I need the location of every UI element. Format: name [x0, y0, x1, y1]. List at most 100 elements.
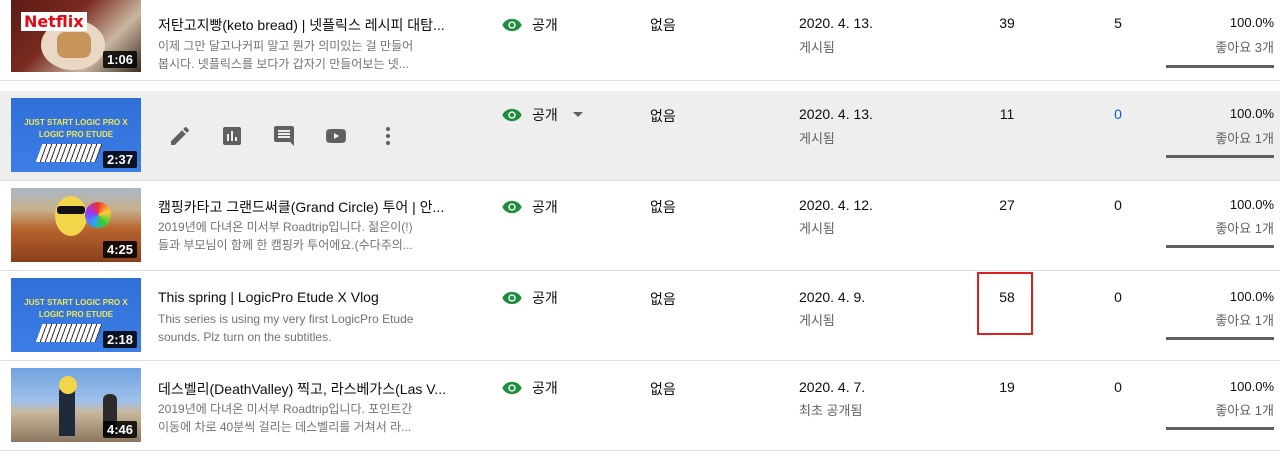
more-vert-icon[interactable]	[376, 124, 400, 148]
video-title[interactable]: This spring | LogicPro Etude X Vlog	[158, 289, 379, 305]
publish-status: 게시됨	[799, 221, 835, 236]
video-row[interactable]: JUST START LOGIC PRO X LOGIC PRO ETUDE 2…	[0, 271, 1280, 361]
video-duration: 2:18	[102, 331, 137, 348]
video-duration: 1:06	[102, 51, 137, 68]
video-row[interactable]: 4:46 데스벨리(DeathValley) 찍고, 라스베가스(Las V..…	[0, 361, 1280, 451]
restrictions-value: 없음	[650, 291, 676, 307]
eye-icon	[502, 291, 522, 305]
description-line: sounds. Plz turn on the subtitles.	[158, 330, 332, 344]
video-title[interactable]: 데스벨리(DeathValley) 찍고, 라스베가스(Las V...	[158, 379, 446, 399]
video-thumbnail[interactable]: Netflix 1:06	[11, 0, 141, 72]
visibility-select[interactable]: 공개	[501, 378, 558, 398]
visibility-select[interactable]: 공개	[501, 288, 558, 308]
visibility-select[interactable]: 공개	[501, 15, 558, 35]
visibility-label: 공개	[532, 290, 558, 306]
description-line: 들과 부모님이 함께 한 캠핑카 투어에요.(수다주의...	[158, 238, 413, 252]
publish-date: 2020. 4. 12.	[799, 197, 873, 213]
description-line: This series is using my very first Logic…	[158, 312, 414, 326]
video-duration: 4:46	[102, 421, 137, 438]
like-percentage: 100.0%	[1229, 197, 1274, 212]
publish-status: 게시됨	[799, 131, 835, 146]
publish-date: 2020. 4. 7.	[799, 379, 866, 395]
thumbnail-text: JUST START LOGIC PRO X	[24, 118, 128, 127]
restrictions-value: 없음	[650, 381, 676, 397]
thumbnail-logo-text: Netflix	[21, 12, 87, 31]
thumbnail-keyboard	[35, 144, 103, 162]
visibility-select[interactable]: 공개	[501, 105, 558, 125]
like-percentage: 100.0%	[1229, 379, 1274, 394]
edit-icon[interactable]	[168, 124, 192, 148]
description-line: 2019년에 다녀온 미서부 Roadtrip입니다. 젊은이(!)	[158, 220, 413, 234]
chevron-down-icon[interactable]	[573, 112, 583, 117]
like-count: 좋아요 1개	[1215, 403, 1274, 418]
comment-count[interactable]: 0	[1088, 379, 1148, 395]
video-description: 2019년에 다녀온 미서부 Roadtrip입니다. 포인트간 이동에 차로 …	[158, 400, 458, 436]
eye-icon	[502, 200, 522, 214]
video-row[interactable]: 4:25 캠핑카타고 그랜드써클(Grand Circle) 투어 | 안...…	[0, 181, 1280, 271]
like-ratio-bar	[1166, 245, 1274, 248]
view-count: 39	[999, 15, 1015, 31]
thumbnail-face-sticker	[55, 196, 87, 236]
thumbnail-bread	[57, 32, 91, 58]
video-thumbnail[interactable]: 4:46	[11, 368, 141, 442]
analytics-icon[interactable]	[220, 124, 244, 148]
like-count: 좋아요 1개	[1215, 131, 1274, 146]
comment-count[interactable]: 5	[1088, 15, 1148, 31]
video-row[interactable]: Netflix 1:06 저탄고지빵(keto bread) | 넷플릭스 레시…	[0, 0, 1280, 81]
visibility-label: 공개	[532, 107, 558, 123]
video-title[interactable]: 저탄고지빵(keto bread) | 넷플릭스 레시피 대탐...	[158, 15, 445, 35]
video-thumbnail[interactable]: 4:25	[11, 188, 141, 262]
publish-date: 2020. 4. 9.	[799, 289, 866, 305]
comment-count[interactable]: 0	[1088, 197, 1148, 213]
description-line: 봅시다. 넷플릭스를 보다가 갑자기 만들어보는 넷...	[158, 57, 409, 71]
video-description: This series is using my very first Logic…	[158, 310, 458, 346]
like-percentage: 100.0%	[1229, 15, 1274, 30]
visibility-label: 공개	[532, 380, 558, 396]
visibility-label: 공개	[532, 17, 558, 33]
eye-icon	[502, 381, 522, 395]
description-line: 2019년에 다녀온 미서부 Roadtrip입니다. 포인트간	[158, 402, 413, 416]
publish-status: 게시됨	[799, 313, 835, 328]
restrictions-value: 없음	[650, 108, 676, 124]
like-ratio-bar	[1166, 427, 1274, 430]
video-thumbnail[interactable]: JUST START LOGIC PRO X LOGIC PRO ETUDE 2…	[11, 98, 141, 172]
video-description: 이제 그만 달고나커피 말고 뭔가 의미있는 걸 만들어 봅시다. 넷플릭스를 …	[158, 37, 458, 73]
publish-status: 게시됨	[799, 40, 835, 55]
description-line: 이동에 차로 40분씩 걸리는 데스벨리를 거쳐서 라...	[158, 420, 412, 434]
like-percentage: 100.0%	[1229, 289, 1274, 304]
like-ratio-bar	[1166, 337, 1274, 340]
video-description: 2019년에 다녀온 미서부 Roadtrip입니다. 젊은이(!) 들과 부모…	[158, 218, 458, 254]
thumbnail-text: LOGIC PRO ETUDE	[38, 310, 114, 319]
comment-count[interactable]: 0	[1088, 106, 1148, 122]
eye-icon	[502, 108, 522, 122]
restrictions-value: 없음	[650, 17, 676, 33]
youtube-icon[interactable]	[324, 124, 348, 148]
view-count-highlight-box	[977, 272, 1033, 335]
video-thumbnail[interactable]: JUST START LOGIC PRO X LOGIC PRO ETUDE 2…	[11, 278, 141, 352]
like-percentage: 100.0%	[1229, 106, 1274, 121]
like-ratio-bar	[1166, 155, 1274, 158]
thumbnail-rainbow-sticker	[85, 202, 111, 228]
visibility-select[interactable]: 공개	[501, 197, 558, 217]
row-actions	[168, 124, 428, 148]
video-list: Netflix 1:06 저탄고지빵(keto bread) | 넷플릭스 레시…	[0, 0, 1280, 451]
video-title[interactable]: 캠핑카타고 그랜드써클(Grand Circle) 투어 | 안...	[158, 197, 444, 217]
visibility-label: 공개	[532, 199, 558, 215]
publish-date: 2020. 4. 13.	[799, 106, 873, 122]
like-count: 좋아요 3개	[1215, 40, 1274, 55]
publish-date: 2020. 4. 13.	[799, 15, 873, 31]
eye-icon	[502, 18, 522, 32]
comment-count[interactable]: 0	[1088, 289, 1148, 305]
view-count: 19	[999, 379, 1015, 395]
thumbnail-text: LOGIC PRO ETUDE	[38, 130, 114, 139]
thumbnail-text: JUST START LOGIC PRO X	[24, 298, 128, 307]
like-ratio-bar	[1166, 65, 1274, 68]
comments-icon[interactable]	[272, 124, 296, 148]
description-line: 이제 그만 달고나커피 말고 뭔가 의미있는 걸 만들어	[158, 39, 414, 53]
thumbnail-keyboard	[35, 324, 103, 342]
like-count: 좋아요 1개	[1215, 313, 1274, 328]
like-count: 좋아요 1개	[1215, 221, 1274, 236]
thumbnail-glasses	[57, 206, 85, 214]
restrictions-value: 없음	[650, 199, 676, 215]
thumbnail-face-sticker	[59, 376, 77, 394]
